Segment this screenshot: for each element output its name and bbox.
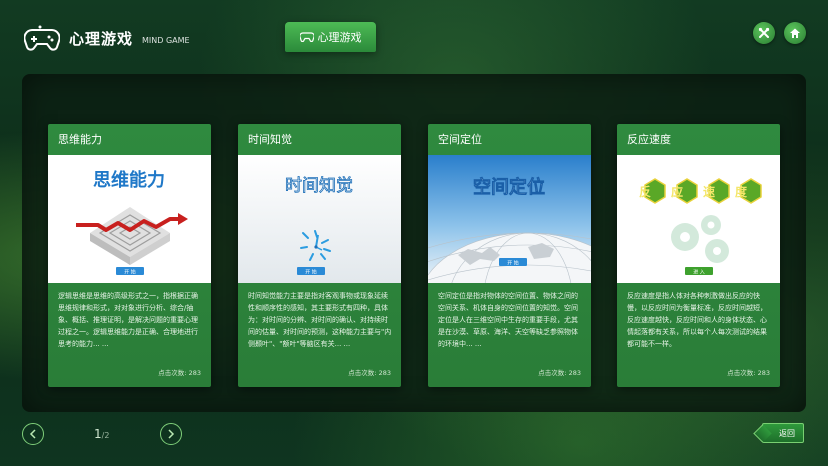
click-count-label: 点击次数: [158,369,187,377]
card-description: 逻辑思维是思维的高级形式之一，指根据正确思维规律和形式，对对象进行分析、综合/抽… [58,292,198,348]
tab-label: 心理游戏 [317,31,362,44]
home-button[interactable] [784,22,806,44]
app-title: 心理游戏 [69,29,134,48]
tab-mind-game[interactable]: 心理游戏 [285,22,376,52]
click-count-label: 点击次数: [348,369,377,377]
card-title: 空间定位 [438,133,482,146]
banner-text: 反应速度 [639,184,767,199]
click-count: 点击次数: 283 [348,367,391,377]
chevron-right-icon [168,429,175,439]
tools-button[interactable] [753,22,775,44]
click-count-label: 点击次数: [538,369,567,377]
card-description: 反应速度是指人体对各种刺激做出反应的快慢，以反应时间为衡量标准，反应时间越短，反… [627,292,767,348]
click-count-value: 283 [188,369,201,377]
click-count-label: 点击次数: [727,369,756,377]
card-description: 空间定位是指对物体的空间位置、物体之间的空间关系、机体自身的空间位置的知觉。空间… [438,292,578,348]
game-card-thinking[interactable]: 思维能力 思维能力 开 始 逻辑思维是思维的高级形式之一，指根据正确思维规律和形… [48,124,211,387]
app-subtitle: MIND GAME [142,35,190,45]
card-title: 思维能力 [58,133,102,146]
card-title: 时间知觉 [248,133,292,146]
page-indicator: 1/2 [94,427,109,441]
game-card-reaction[interactable]: 反应速度 反应速度 进 入 反应速度是指人体对各种刺激做出反应的快慢，以反应时间… [617,124,780,387]
card-image-clock: 时间知觉 开 始 [238,155,401,283]
click-count-value: 283 [568,369,581,377]
click-count-value: 283 [378,369,391,377]
click-count: 点击次数: 283 [727,367,770,377]
card-title: 反应速度 [627,133,671,146]
tools-icon [758,27,770,38]
chevron-left-icon [29,429,36,439]
enter-button-label: 进 入 [693,269,705,276]
click-count: 点击次数: 283 [538,367,581,377]
prev-page-button[interactable] [22,423,44,445]
game-card-space[interactable]: 空间定位 空间定位 开 始 空间定位是指对物体的空间位置、物体之间的空间关系、机… [428,124,591,387]
click-count: 点击次数: 283 [158,367,201,377]
start-button-label: 开 始 [124,269,136,276]
next-page-button[interactable] [160,423,182,445]
total-pages: 2 [104,431,110,440]
banner-text: 时间知觉 [285,176,353,196]
click-count-value: 283 [757,369,770,377]
card-description: 时间知觉能力主要是指对客观事物或现象延续性和顺序性的感知，其主要形式有四种，具体… [248,292,392,348]
game-card-time[interactable]: 时间知觉 时间知觉 开 始 时间知觉能力主要是指对客观事物或现象延续性和顺序性的… [238,124,401,387]
current-page: 1 [94,427,102,441]
card-image-gears: 反应速度 进 入 [617,155,780,283]
home-icon [790,28,800,38]
app-logo: 心理游戏 MIND GAME [24,24,190,52]
gamepad-icon [24,25,60,51]
banner-text: 空间定位 [473,176,545,198]
gamepad-icon [299,32,314,42]
back-button-label: 返回 [779,428,795,438]
start-button-label: 开 始 [305,269,317,276]
back-button[interactable]: 返回 [762,423,804,443]
banner-text: 思维能力 [93,169,165,191]
card-image-globe: 空间定位 开 始 [428,155,591,283]
start-button-label: 开 始 [507,260,519,267]
card-image-maze: 思维能力 开 始 [48,155,211,283]
